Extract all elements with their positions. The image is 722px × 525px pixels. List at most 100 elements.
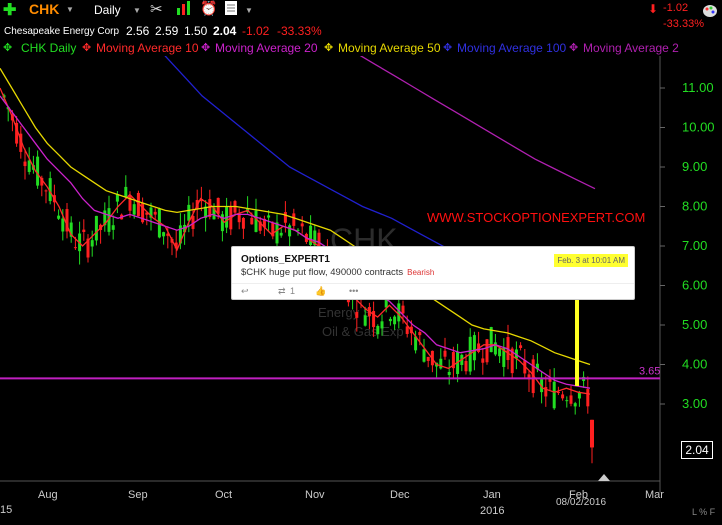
- candle-body: [128, 195, 132, 211]
- x-tick-label: Nov: [305, 489, 325, 501]
- tweet-author[interactable]: Options_EXPERT1: [241, 254, 330, 265]
- candle-body: [162, 232, 166, 237]
- year-left-label: 15: [0, 504, 12, 516]
- tweet-card[interactable]: Options_EXPERT1 Feb. 3 at 10:01 AM $CHK …: [231, 246, 635, 300]
- y-tick-label: 3.00: [682, 396, 707, 411]
- candle-body: [44, 190, 48, 192]
- candle-body: [565, 400, 569, 402]
- candle-body: [556, 391, 560, 393]
- legend-chart-icon[interactable]: ✥: [3, 41, 12, 54]
- change-top: -1.02: [663, 2, 689, 14]
- ma-line-4: [164, 56, 451, 251]
- open-value: 2.56: [126, 24, 150, 38]
- legend-ma20-icon[interactable]: ✥: [201, 41, 210, 54]
- period-selector[interactable]: Daily: [94, 3, 121, 17]
- candle-body: [250, 217, 254, 225]
- down-arrow-icon: ⬇: [648, 2, 659, 16]
- candle-body: [573, 403, 577, 407]
- candle-body: [275, 222, 279, 244]
- palette-icon[interactable]: [702, 4, 718, 21]
- change-value: -1.02: [242, 24, 270, 38]
- legend-main[interactable]: CHK Daily: [21, 41, 76, 55]
- tweet-text: $CHK huge put flow, 490000 contracts: [241, 267, 404, 278]
- y-tick-label: 5.00: [682, 317, 707, 332]
- candle-body: [36, 156, 40, 186]
- like-icon[interactable]: 👍: [315, 286, 326, 297]
- scroll-right-arrow[interactable]: [598, 474, 610, 481]
- candle-body: [292, 213, 296, 226]
- candle-body: [464, 360, 468, 372]
- candle-body: [94, 215, 98, 241]
- candle-body: [27, 160, 31, 172]
- candle-body: [561, 394, 565, 399]
- x-tick-label: Mar: [645, 489, 664, 501]
- legend-ma50[interactable]: Moving Average 50: [338, 41, 441, 55]
- candle-body: [216, 197, 220, 214]
- symbol-label[interactable]: CHK: [29, 1, 59, 17]
- legend-ma20[interactable]: Moving Average 20: [215, 41, 318, 55]
- period-dropdown-icon[interactable]: ▼: [133, 6, 141, 15]
- candle-body: [132, 204, 136, 215]
- candle-body: [254, 210, 258, 232]
- candle-body: [569, 395, 573, 404]
- quote-info-row: Chesapeake Energy Corp 2.56 2.59 1.50 2.…: [0, 18, 722, 40]
- x-tick-label: Dec: [390, 489, 410, 501]
- candle-body: [388, 318, 392, 322]
- indicators-icon[interactable]: [176, 0, 192, 19]
- notes-icon[interactable]: [224, 0, 238, 19]
- last-price-box: 2.04: [681, 441, 713, 459]
- candle-body: [73, 247, 77, 249]
- candle-body: [498, 348, 502, 357]
- alarm-icon[interactable]: ⏰: [200, 0, 217, 17]
- watermark-industry: Oil & Gas Exp: [322, 324, 404, 339]
- candle-body: [57, 215, 61, 219]
- y-tick-label: 8.00: [682, 199, 707, 214]
- reply-icon[interactable]: ↩: [241, 286, 249, 297]
- candle-body: [187, 204, 191, 221]
- candle-body: [380, 321, 384, 329]
- support-line-label: 3.65: [639, 365, 660, 377]
- candle-body: [267, 215, 271, 218]
- candle-body: [300, 223, 304, 227]
- y-tick-label: 11.00: [682, 80, 714, 95]
- candle-body: [355, 311, 359, 318]
- legend-row: ✥ CHK Daily ✥ Moving Average 10 ✥ Moving…: [0, 40, 722, 56]
- candle-body: [237, 213, 241, 223]
- legend-ma10[interactable]: Moving Average 10: [96, 41, 199, 55]
- change-pct-top: -33.33%: [663, 18, 704, 30]
- candle-body: [82, 229, 86, 232]
- symbol-dropdown-icon[interactable]: ▼: [66, 5, 74, 14]
- add-symbol-icon[interactable]: ✚: [3, 0, 16, 20]
- legend-ma200[interactable]: Moving Average 2: [583, 41, 679, 55]
- tools-icon[interactable]: ✂: [150, 0, 163, 18]
- x-tick-label: Oct: [215, 489, 232, 501]
- candle-body: [376, 325, 380, 335]
- legend-ma50-icon[interactable]: ✥: [324, 41, 333, 54]
- retweet-count: 1: [290, 286, 296, 296]
- retweet-icon[interactable]: ⇄: [278, 286, 286, 297]
- legend-ma100[interactable]: Moving Average 100: [457, 41, 566, 55]
- candle-body: [472, 335, 476, 361]
- candle-body: [296, 229, 300, 231]
- tweet-time[interactable]: Feb. 3 at 10:01 AM: [554, 254, 628, 267]
- low-value: 1.50: [184, 24, 208, 38]
- legend-ma100-icon[interactable]: ✥: [443, 41, 452, 54]
- candle-body: [439, 358, 443, 369]
- toolbar-dropdown-icon[interactable]: ▼: [245, 6, 253, 15]
- candle-body: [586, 389, 590, 407]
- candle-body: [241, 217, 245, 229]
- tweet-tag: Bearish: [407, 268, 435, 277]
- y-tick-label: 7.00: [682, 238, 707, 253]
- legend-ma10-icon[interactable]: ✥: [82, 41, 91, 54]
- candle-body: [447, 371, 451, 375]
- candle-body: [90, 240, 94, 247]
- tweet-actions: ↩ ⇄ 1 👍 •••: [232, 283, 634, 299]
- candle-body: [422, 349, 426, 362]
- high-value: 2.59: [155, 24, 179, 38]
- candle-body: [23, 161, 27, 167]
- candle-body: [288, 225, 292, 237]
- candle-body: [519, 345, 523, 348]
- candle-body: [283, 212, 287, 223]
- more-icon[interactable]: •••: [349, 286, 358, 296]
- legend-ma200-icon[interactable]: ✥: [569, 41, 578, 54]
